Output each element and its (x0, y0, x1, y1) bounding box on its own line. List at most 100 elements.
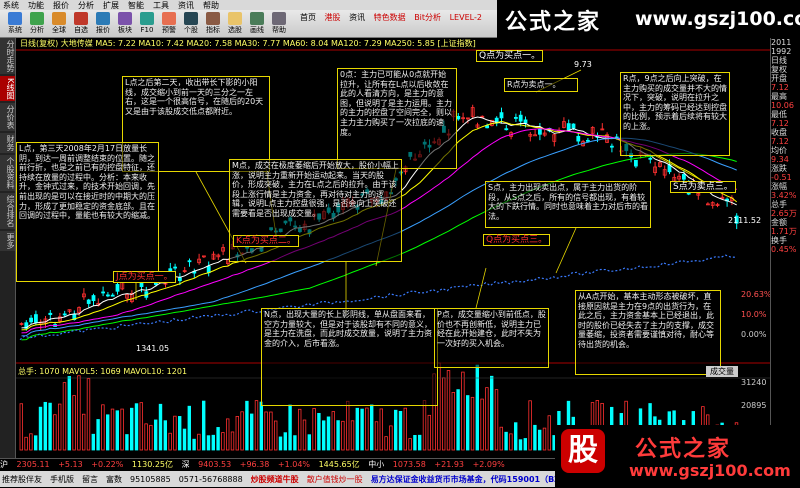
annotation-leader (475, 267, 487, 309)
candle-body (571, 123, 576, 129)
volume-bar (67, 376, 71, 451)
volume-bar (297, 408, 302, 451)
toolbar-button-11[interactable]: 画线 (246, 12, 268, 36)
candle-body (682, 174, 686, 180)
toolbar-button-1[interactable]: 分析 (26, 12, 48, 36)
menu-item-system[interactable]: 系统 (3, 0, 19, 10)
ticker-item[interactable]: 散户值钱炒一股 (307, 474, 363, 485)
ticker-item[interactable]: 推荐股伴友 (2, 474, 42, 485)
kline-chart[interactable]: 日线(复权) 大地传媒 MA5: 7.22 MA10: 7.42 MA20: 7… (16, 38, 772, 458)
right-panel-item: 1992 (771, 47, 792, 56)
menu-item-tools[interactable]: 工具 (153, 0, 169, 10)
candle-body (187, 260, 192, 263)
volume-bar (427, 414, 431, 451)
volume-bar (441, 377, 446, 451)
volume-bar (336, 420, 340, 451)
volume-bar (369, 404, 374, 451)
ticker-item[interactable]: 易方达保证金收益货币市场基金，代码159001（BZJ） (371, 474, 560, 485)
pct-label-2: 10.0% (741, 310, 767, 319)
tab-news[interactable]: 资讯 (349, 13, 365, 22)
left-sidebar: 分时走势 K线图 分价表 财务 个股资料 综合排名 更多 (0, 38, 16, 458)
tab-hk[interactable]: 港股 (325, 13, 341, 22)
menu-item-extend[interactable]: 扩展 (103, 0, 119, 10)
sidebar-tab-more[interactable]: 更多 (0, 231, 15, 252)
index-sz-amt: 1445.65亿 (318, 460, 360, 469)
volume-bar (235, 416, 239, 451)
ticker-item[interactable]: 留言 (82, 474, 98, 485)
volume-bar (384, 436, 388, 451)
volume-bar (130, 407, 134, 451)
candle-body (586, 139, 590, 142)
volume-bar (470, 396, 475, 451)
menu-item-smart[interactable]: 智能 (128, 0, 144, 10)
vol-axis-2: 20895 (741, 401, 767, 410)
tab-home[interactable]: 首页 (300, 13, 316, 22)
index-sz-pct: +1.04% (277, 460, 311, 469)
toolbar-button-7[interactable]: 预警 (158, 12, 180, 36)
candle-body (115, 284, 120, 292)
index-sh-value: 2305.11 (16, 460, 50, 469)
ticker-item[interactable]: 富数 (106, 474, 122, 485)
menu-item-help[interactable]: 帮助 (203, 0, 219, 10)
candle-body (48, 312, 53, 315)
pct-label-1: 20.63% (741, 290, 772, 299)
volume-bar (86, 378, 91, 451)
volume-bar (509, 433, 513, 451)
sidebar-tab-intraday[interactable]: 分时走势 (0, 38, 15, 74)
right-panel-item: 收盘 (771, 128, 787, 137)
toolbar-button-6[interactable]: F10 (136, 12, 158, 36)
tag-J-buy: J点为买点一。 (113, 271, 176, 283)
tab-special[interactable]: 特色数据 (374, 13, 406, 22)
menu-item-analysis[interactable]: 分析 (78, 0, 94, 10)
tag-Q-buy: Q点为买点一。 (476, 50, 544, 62)
toolbar-icon (96, 12, 110, 25)
toolbar-button-10[interactable]: 选股 (224, 12, 246, 36)
right-panel-item: 涨幅 (771, 182, 787, 191)
toolbar-button-8[interactable]: 个股 (180, 12, 202, 36)
volume-bar (240, 411, 244, 451)
volume-bar (96, 419, 100, 451)
logo-title: 公式之家 (635, 436, 732, 462)
tab-bit[interactable]: Bit分析 (414, 13, 441, 22)
sidebar-tab-kline[interactable]: K线图 (0, 76, 15, 102)
ticker-item[interactable]: 手机版 (50, 474, 74, 485)
sidebar-tab-ranking[interactable]: 综合排名 (0, 193, 15, 230)
toolbar-button-3[interactable]: 自选 (70, 12, 92, 36)
volume-bar (192, 438, 196, 451)
volume-bar (374, 421, 379, 451)
volume-bar (139, 402, 143, 451)
volume-bar (365, 407, 369, 451)
toolbar-button-5[interactable]: 板块 (114, 12, 136, 36)
toolbar-button-12[interactable]: 帮助 (268, 12, 290, 36)
sidebar-tab-profile[interactable]: 个股资料 (0, 155, 15, 192)
sidebar-tab-pricetable[interactable]: 分价表 (0, 103, 15, 132)
volume-bar (120, 408, 124, 451)
volume-bar (149, 424, 153, 451)
volume-bar (451, 392, 455, 451)
menu-item-quote[interactable]: 报价 (53, 0, 69, 10)
menu-item-news[interactable]: 资讯 (178, 0, 194, 10)
annotation-O: 0点：主力已可能从0点就开始拉升，让所有在L点以后收敛在此的人看清方向，是主力的… (337, 68, 457, 169)
menu-item-function[interactable]: 功能 (28, 0, 44, 10)
tab-level2[interactable]: LEVEL-2 (450, 13, 482, 22)
volume-bar (542, 427, 547, 451)
volume-bar (518, 439, 523, 451)
sidebar-tab-finance[interactable]: 财务 (0, 133, 15, 154)
volume-bar (288, 404, 292, 451)
tag-Q-buy3: Q点为买点三。 (483, 234, 551, 246)
volume-bar (245, 400, 249, 451)
volume-bar (393, 409, 398, 451)
vol-axis-1: 31240 (741, 378, 767, 387)
volume-bar (360, 408, 364, 451)
ticker-item[interactable]: 炒股频道牛股 (251, 474, 299, 485)
volume-bar (19, 403, 23, 451)
toolbar-button-9[interactable]: 指标 (202, 12, 224, 36)
toolbar-button-0[interactable]: 系统 (4, 12, 26, 36)
toolbar-button-4[interactable]: 报价 (92, 12, 114, 36)
volume-bar (48, 402, 52, 451)
volume-bar (389, 425, 393, 451)
volume-select[interactable]: 成交量 (706, 366, 738, 377)
volume-bar (24, 436, 28, 451)
volume-bar (206, 435, 211, 451)
toolbar-button-2[interactable]: 全球 (48, 12, 70, 36)
